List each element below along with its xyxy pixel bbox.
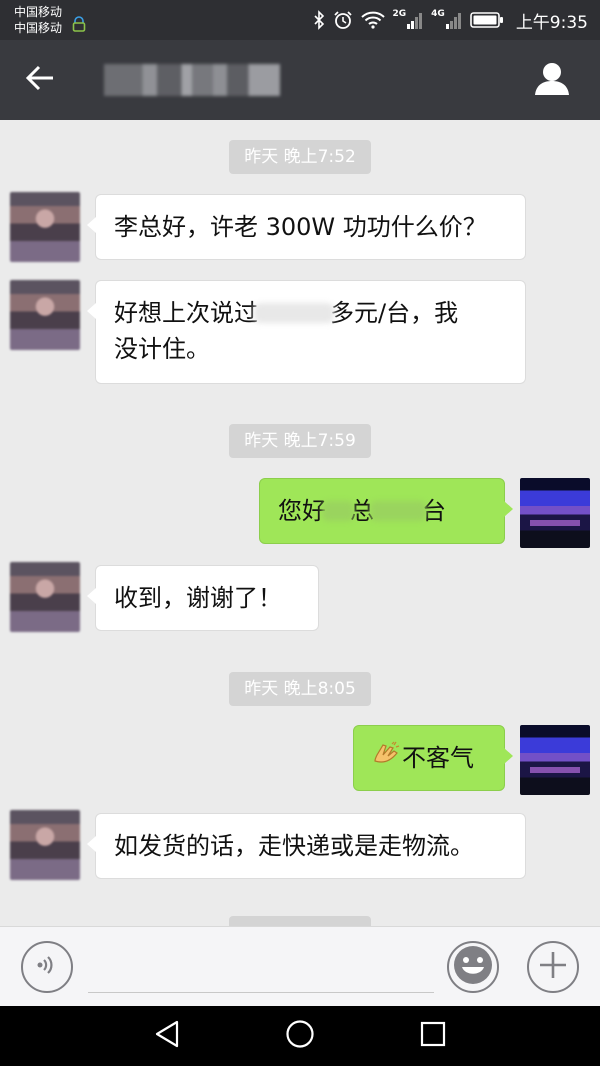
carrier-2: 中国移动 (14, 21, 63, 35)
signal-4g-icon: 4G (431, 9, 462, 29)
circle-home-icon (285, 1019, 315, 1053)
avatar[interactable] (10, 810, 80, 880)
voice-button[interactable] (21, 941, 73, 993)
timestamp: 昨天 晚上7:52 (229, 140, 371, 174)
message-text: 李总好，许老 300W 功功什么价？ (114, 213, 487, 241)
nav-recents-button[interactable] (403, 1016, 463, 1056)
bluetooth-icon (313, 10, 325, 30)
message-input[interactable] (88, 945, 434, 993)
message-text: 如发货的话，走快递或是走物流。 (114, 832, 474, 860)
emoji-button[interactable] (447, 941, 499, 993)
person-icon (534, 61, 570, 99)
chat-title (104, 64, 280, 96)
message-bubble[interactable]: 您好 总 台 (259, 478, 513, 544)
message-text: 不客气 (402, 744, 474, 772)
redacted-text (258, 299, 330, 327)
signal-2g-icon: 2G (392, 9, 424, 29)
message-text: 多元/台，我 (330, 299, 459, 327)
voice-icon (34, 952, 60, 982)
triangle-back-icon (154, 1020, 180, 1052)
nav-home-button[interactable] (270, 1016, 330, 1056)
back-button[interactable] (18, 60, 62, 100)
timestamp: 昨天 晚上8:05 (229, 672, 371, 706)
timestamp-partial (229, 916, 371, 926)
message-text: 收到，谢谢了！ (114, 584, 282, 612)
message-list[interactable]: 昨天 晚上7:52 李总好，许老 300W 功功什么价？ 好想上次说过 多元/台… (0, 120, 600, 926)
message-text: 没计住。 (114, 335, 210, 363)
net-4g-label: 4G (431, 9, 445, 19)
alarm-icon (333, 10, 353, 30)
nav-back-button[interactable] (137, 1016, 197, 1056)
carrier-info: 中国移动 中国移动 (14, 4, 62, 36)
battery-icon (470, 11, 504, 29)
message-bubble[interactable]: 李总好，许老 300W 功功什么价？ (87, 194, 526, 260)
redacted-text (374, 497, 422, 525)
avatar[interactable] (10, 280, 80, 350)
title-bar (0, 40, 600, 120)
chat-info-button[interactable] (530, 60, 574, 100)
message-bubble[interactable]: 不客气 (353, 725, 513, 791)
system-nav-bar (0, 1006, 600, 1066)
message-bubble[interactable]: 如发货的话，走快递或是走物流。 (87, 813, 526, 879)
plus-icon (538, 950, 568, 984)
message-text: 好想上次说过 (114, 299, 258, 327)
avatar[interactable] (10, 562, 80, 632)
my-avatar[interactable] (520, 725, 590, 795)
lock-icon (72, 16, 86, 36)
status-bar: 中国移动 中国移动 2G 4G 上午9:35 (0, 0, 600, 40)
input-bar (0, 926, 600, 1006)
wifi-icon (360, 11, 385, 29)
clock: 上午9:35 (515, 12, 588, 33)
my-avatar[interactable] (520, 478, 590, 548)
carrier-1: 中国移动 (14, 5, 63, 19)
clap-emoji-icon (372, 738, 400, 780)
more-button[interactable] (527, 941, 579, 993)
net-2g-label: 2G (392, 9, 407, 19)
message-text: 您好 (278, 497, 326, 525)
smiley-icon (453, 945, 493, 989)
timestamp: 昨天 晚上7:59 (229, 424, 371, 458)
status-icons: 2G 4G 上午9:35 (313, 8, 588, 33)
square-recents-icon (420, 1021, 446, 1051)
avatar[interactable] (10, 192, 80, 262)
message-bubble[interactable]: 好想上次说过 多元/台，我 没计住。 (87, 280, 526, 384)
redacted-text (326, 497, 350, 525)
arrow-left-icon (25, 63, 55, 97)
message-bubble[interactable]: 收到，谢谢了！ (87, 565, 319, 631)
